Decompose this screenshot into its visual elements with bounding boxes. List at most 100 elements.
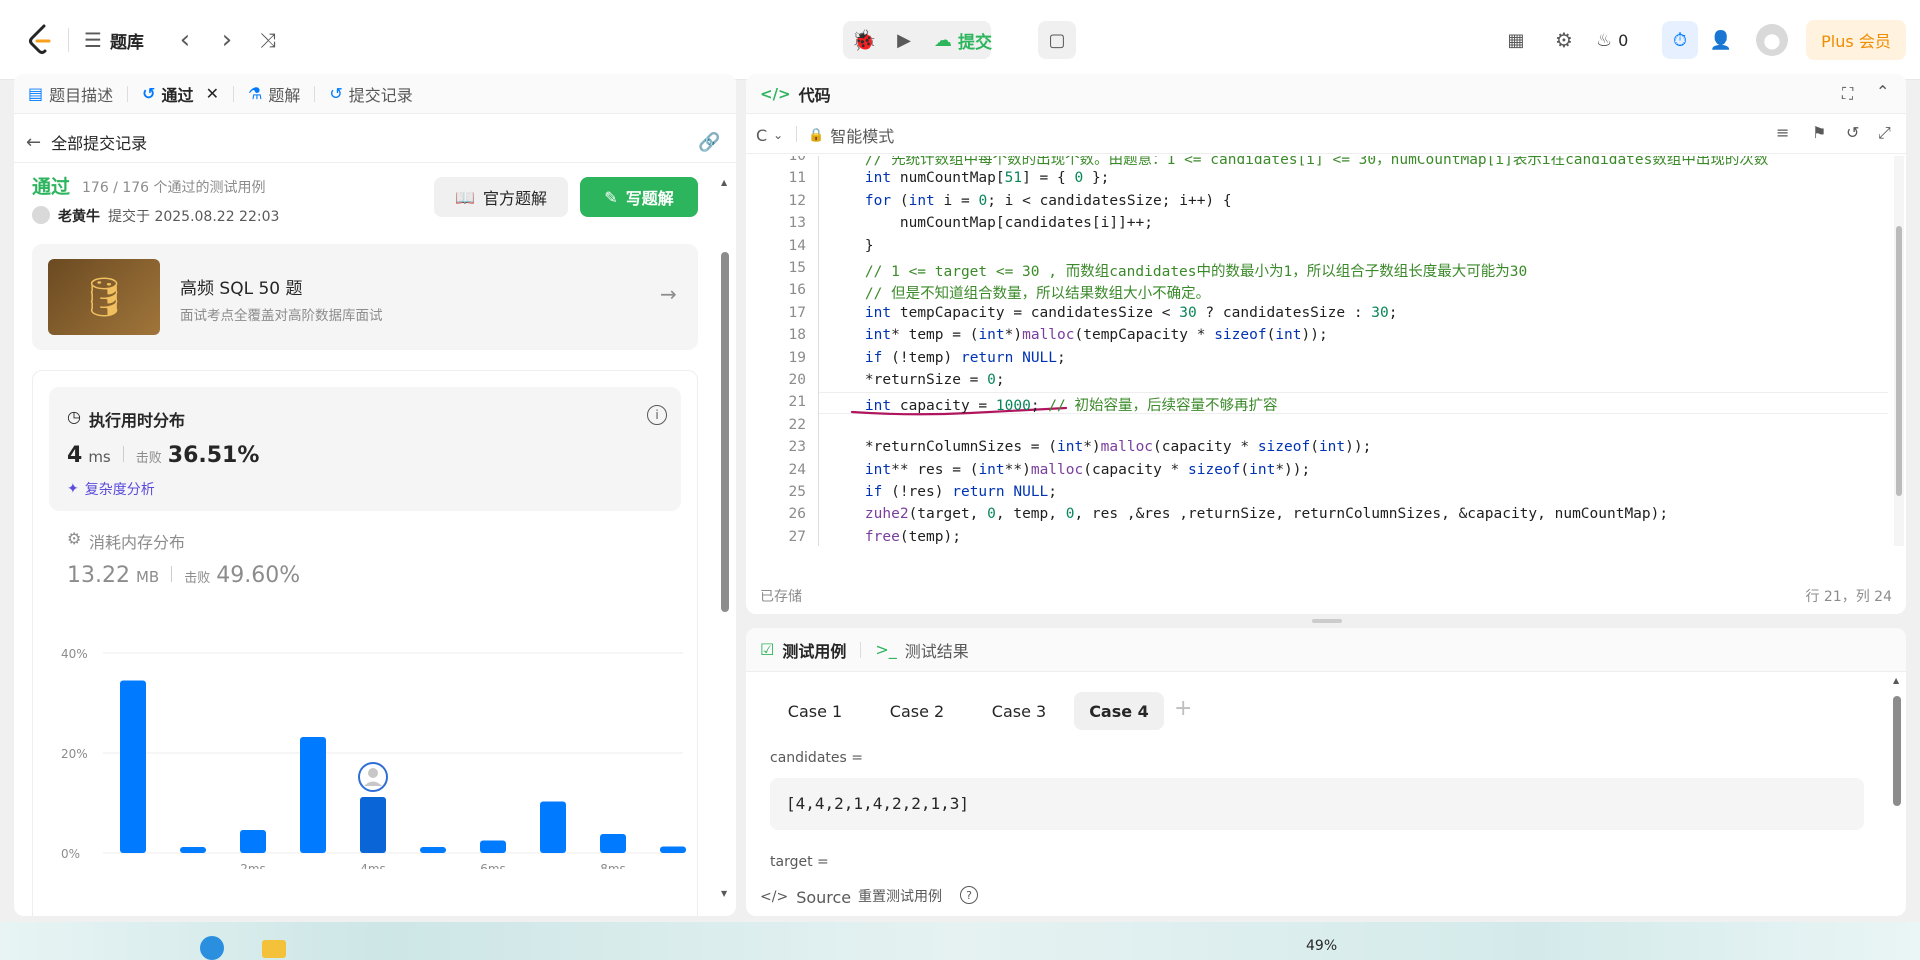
reset-icon[interactable]: ↺	[1846, 123, 1859, 142]
scroll-thumb[interactable]	[1893, 696, 1901, 806]
saved-status: 已存储	[760, 589, 802, 605]
scroll-up-icon[interactable]: ▲	[721, 178, 727, 187]
case-tab-4[interactable]: Case 4	[1074, 692, 1164, 730]
info-icon[interactable]: i	[647, 405, 667, 425]
streak-button[interactable]: ♨ 0	[1596, 24, 1628, 56]
chart-bar[interactable]	[480, 840, 506, 854]
folder-icon[interactable]	[262, 940, 286, 958]
problem-list-button[interactable]: ☰ 题库	[84, 24, 144, 56]
leetcode-logo-icon[interactable]	[24, 20, 56, 60]
document-icon: ▤	[28, 84, 44, 103]
write-solution-label: 写题解	[625, 189, 674, 208]
case-tab-2[interactable]: Case 2	[872, 692, 962, 730]
runtime-beat-label: 击败	[135, 451, 162, 466]
close-icon[interactable]: ✕	[206, 84, 219, 103]
chart-bar[interactable]	[120, 680, 146, 854]
tab-accepted[interactable]: ↺ 通过 ✕	[128, 74, 233, 114]
runtime-value: 4	[67, 443, 83, 468]
shuffle-icon[interactable]: ⤨	[252, 24, 284, 56]
scroll-down-icon[interactable]: ▼	[721, 889, 727, 898]
chart-bar[interactable]	[240, 830, 266, 853]
add-friend-icon[interactable]: 👤	[1704, 24, 1738, 56]
tab-description[interactable]: ▤ 题目描述	[14, 74, 127, 114]
code-editor[interactable]: 10 // 先统计数组中每个数的出现个数。由题意：1 <= candidates…	[746, 156, 1906, 546]
tab-accepted-label: 通过	[161, 85, 194, 105]
scrollbar[interactable]: ▲ ▼	[720, 178, 730, 898]
panel-splitter[interactable]	[1312, 619, 1342, 623]
plus-membership-button[interactable]: Plus 会员	[1806, 20, 1906, 60]
lock-icon: 🔒	[808, 127, 825, 143]
cloud-upload-icon: ☁	[934, 29, 952, 51]
test-panel: ☑ 测试用例 >_ 测试结果 ▲	[746, 628, 1906, 916]
chart-bar[interactable]	[660, 846, 686, 854]
smart-mode-toggle[interactable]: 🔒 智能模式	[808, 122, 894, 148]
add-case-icon[interactable]: +	[1174, 696, 1192, 721]
browser-icon[interactable]	[200, 936, 224, 960]
runtime-section[interactable]: ◷ 执行用时分布 i 4 ms 击败 36.51% ✦ 复杂度分析	[49, 387, 681, 511]
code-icon: </>	[760, 85, 791, 103]
terminal-icon: >_	[875, 640, 897, 659]
runtime-title: 执行用时分布	[89, 411, 186, 430]
database-icon: 🛢	[48, 259, 160, 335]
write-solution-button[interactable]: ✎ 写题解	[580, 177, 698, 217]
official-solution-button[interactable]: 📖 官方题解	[434, 177, 568, 217]
bookmark-icon[interactable]: ⚑	[1812, 123, 1826, 142]
chart-bar[interactable]	[180, 847, 206, 853]
runtime-values: 4 ms 击败 36.51%	[67, 443, 259, 468]
chart-bar[interactable]	[420, 847, 446, 853]
note-icon[interactable]: ▢	[1038, 21, 1076, 59]
chart-bar[interactable]	[540, 801, 566, 854]
case-tab-3[interactable]: Case 3	[974, 692, 1064, 730]
submit-button[interactable]: ☁ 提交	[926, 24, 1000, 56]
language-select[interactable]: C ⌄	[756, 122, 783, 148]
link-icon[interactable]: 🔗	[698, 124, 720, 160]
author-name[interactable]: 老黄牛	[58, 206, 100, 226]
test-scrollbar[interactable]: ▲	[1892, 676, 1902, 906]
scroll-up-icon[interactable]: ▲	[1893, 676, 1899, 685]
fullscreen-icon[interactable]: ⛶	[1842, 84, 1853, 104]
tab-test-cases-label: 测试用例	[782, 641, 847, 661]
author-avatar	[32, 206, 50, 224]
code-panel: </> 代码 ⛶ ⌃ C ⌄ 🔒 智能模式 ≡ ⚑ ↺ ⤢ 10 // 先统计数组中…	[746, 74, 1906, 614]
reset-test-cases-button[interactable]: 重置测试用例	[858, 886, 942, 906]
help-icon[interactable]: ?	[960, 886, 978, 904]
editor-scrollbar[interactable]	[1894, 156, 1904, 546]
tab-solutions[interactable]: ⚗ 题解	[234, 74, 314, 114]
collapse-icon[interactable]: ⌃	[1876, 82, 1889, 101]
editor-scroll-thumb[interactable]	[1896, 226, 1902, 496]
debug-icon[interactable]: 🐞	[848, 24, 880, 56]
expand-icon[interactable]: ⤢	[1878, 123, 1891, 143]
chart-bar[interactable]	[300, 737, 326, 853]
line-number: 15	[788, 260, 806, 276]
code-line: free(temp);	[864, 528, 961, 545]
prev-problem-icon[interactable]: ‹	[170, 24, 200, 56]
memory-section[interactable]: ⚙ 消耗内存分布 13.22 MB 击败 49.60%	[49, 519, 681, 599]
line-number: 23	[788, 439, 806, 456]
tab-test-result[interactable]: >_ 测试结果	[861, 638, 982, 662]
divider	[171, 566, 173, 582]
source-button[interactable]: </> Source	[760, 884, 851, 910]
run-icon[interactable]: ▶	[888, 24, 920, 56]
chart-bar[interactable]	[360, 797, 386, 853]
gear-icon[interactable]: ⚙	[1548, 24, 1580, 56]
indent-guide	[818, 156, 819, 546]
tab-test-cases[interactable]: ☑ 测试用例	[746, 638, 860, 662]
complexity-analysis-link[interactable]: ✦ 复杂度分析	[67, 479, 155, 499]
arrow-right-icon: →	[660, 282, 677, 306]
line-number: 17	[788, 304, 806, 321]
layout-icon[interactable]: ▦	[1500, 24, 1532, 56]
timer-icon[interactable]: ⏱	[1662, 21, 1698, 59]
chart-bar[interactable]	[600, 834, 626, 853]
format-icon[interactable]: ≡	[1776, 123, 1789, 142]
back-to-submissions[interactable]: ← 全部提交记录	[26, 124, 147, 160]
candidates-input[interactable]: [4,4,2,1,4,2,2,1,3]	[770, 778, 1864, 830]
avatar[interactable]: ●	[1756, 24, 1788, 56]
passed-cases-text: 176 / 176 个通过的测试用例	[82, 180, 266, 196]
promo-card[interactable]: 🛢 高频 SQL 50 题 面试考点全覆盖对高阶数据库面试 →	[32, 244, 698, 350]
case-tab-1[interactable]: Case 1	[770, 692, 860, 730]
runtime-distribution-chart[interactable]: 40% 20% 0% 2ms 4ms 6ms 8ms	[33, 629, 693, 869]
next-problem-icon[interactable]: ›	[212, 24, 242, 56]
tab-submissions[interactable]: ↺ 提交记录	[315, 74, 426, 114]
code-panel-header: </> 代码 ⛶ ⌃	[746, 74, 1906, 114]
scroll-thumb[interactable]	[721, 252, 729, 612]
